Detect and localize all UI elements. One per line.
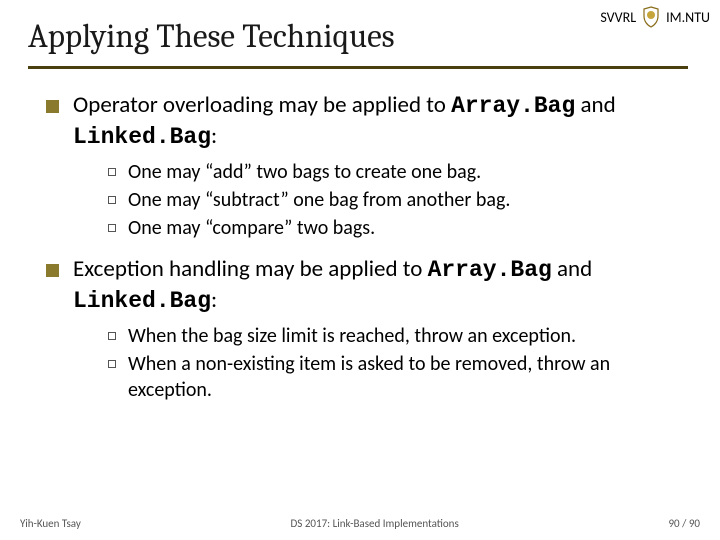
bullet-item-2: Exception handling may be applied to Arr… bbox=[46, 255, 680, 403]
header-left-label: SVVRL bbox=[600, 9, 636, 26]
text-fragment: : bbox=[211, 122, 217, 150]
footer-author: Yih-Kuen Tsay bbox=[20, 517, 81, 530]
header-right-label: IM.NTU bbox=[666, 9, 710, 26]
sublist-2: When the bag size limit is reached, thro… bbox=[46, 323, 680, 403]
list-item: One may “compare” two bags. bbox=[108, 215, 680, 241]
square-bullet-icon bbox=[46, 100, 59, 113]
sub-text: When the bag size limit is reached, thro… bbox=[128, 323, 576, 349]
footer-title: DS 2017: Link-Based Implementations bbox=[81, 517, 669, 530]
text-fragment: Operator overloading may be applied to bbox=[73, 91, 451, 119]
list-item: When the bag size limit is reached, thro… bbox=[108, 323, 680, 349]
footer-page: 90 / 90 bbox=[668, 517, 700, 530]
content-area: Operator overloading may be applied to A… bbox=[0, 69, 720, 403]
bullet-1-text: Operator overloading may be applied to A… bbox=[73, 91, 680, 153]
list-item: One may “add” two bags to create one bag… bbox=[108, 159, 680, 185]
text-fragment: and bbox=[575, 91, 615, 119]
sub-text: When a non-existing item is asked to be … bbox=[128, 351, 680, 403]
hollow-square-icon bbox=[108, 360, 116, 368]
code-text: Array.Bag bbox=[451, 93, 575, 119]
hollow-square-icon bbox=[108, 224, 116, 232]
hollow-square-icon bbox=[108, 332, 116, 340]
sub-text: One may “add” two bags to create one bag… bbox=[128, 159, 481, 185]
bullet-2-text: Exception handling may be applied to Arr… bbox=[73, 255, 680, 317]
code-text: Array.Bag bbox=[428, 257, 552, 283]
header-bar: SVVRL IM.NTU bbox=[600, 6, 710, 28]
hollow-square-icon bbox=[108, 168, 116, 176]
footer: Yih-Kuen Tsay DS 2017: Link-Based Implem… bbox=[0, 517, 720, 530]
code-text: Linked.Bag bbox=[73, 124, 211, 150]
text-fragment: : bbox=[211, 286, 217, 314]
text-fragment: Exception handling may be applied to bbox=[73, 255, 428, 283]
text-fragment: and bbox=[552, 255, 592, 283]
bullet-item-1: Operator overloading may be applied to A… bbox=[46, 91, 680, 241]
hollow-square-icon bbox=[108, 196, 116, 204]
list-item: When a non-existing item is asked to be … bbox=[108, 351, 680, 403]
slide-title: Applying These Techniques bbox=[28, 18, 692, 60]
code-text: Linked.Bag bbox=[73, 288, 211, 314]
list-item: One may “subtract” one bag from another … bbox=[108, 187, 680, 213]
shield-icon bbox=[642, 6, 660, 28]
sub-text: One may “compare” two bags. bbox=[128, 215, 375, 241]
sublist-1: One may “add” two bags to create one bag… bbox=[46, 159, 680, 241]
square-bullet-icon bbox=[46, 264, 59, 277]
sub-text: One may “subtract” one bag from another … bbox=[128, 187, 510, 213]
